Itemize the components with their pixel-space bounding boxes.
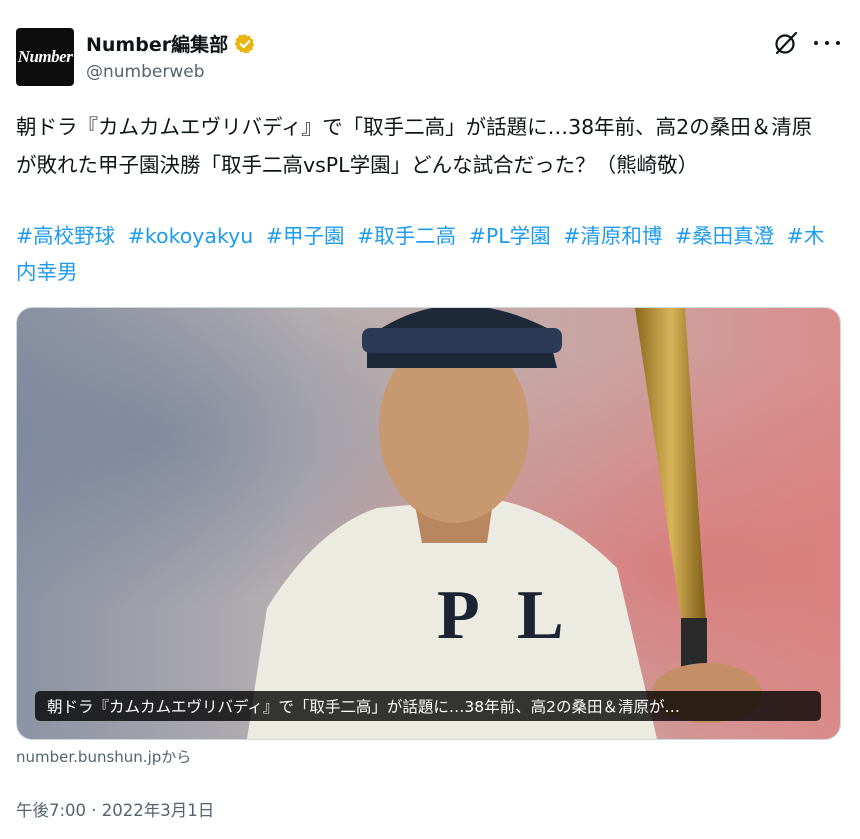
more-dots-icon[interactable] — [814, 32, 840, 54]
author-avatar[interactable]: Number — [16, 28, 74, 86]
hashtag-link[interactable]: #甲子園 — [266, 224, 345, 248]
author-display-name[interactable]: Number編集部 — [86, 30, 228, 57]
author-handle[interactable]: @numberweb — [86, 62, 205, 82]
gold-verified-badge-icon — [234, 33, 255, 54]
card-caption: 朝ドラ『カムカムエヴリバディ』で「取手二高」が話題に…38年前、高2の桑田＆清原… — [35, 691, 821, 721]
grok-icon[interactable] — [773, 30, 799, 56]
author-name-row: Number編集部 — [86, 30, 256, 57]
card-source-link[interactable]: number.bunshun.jpから — [16, 746, 191, 767]
svg-text:L: L — [517, 577, 564, 654]
hashtag-list: #高校野球 #kokoyakyu #甲子園 #取手二高 #PL学園 #清原和博 … — [16, 218, 828, 290]
tweet-text: 朝ドラ『カムカムエヴリバディ』で「取手二高」が話題に…38年前、高2の桑田＆清原… — [16, 115, 813, 177]
hashtag-link[interactable]: #清原和博 — [563, 224, 662, 248]
tweet-timestamp[interactable]: 午後7:00 · 2022年3月1日 — [16, 797, 214, 821]
hashtag-link[interactable]: #PL学園 — [469, 224, 551, 248]
hashtag-link[interactable]: #桑田真澄 — [675, 224, 774, 248]
card-photo: P L — [17, 308, 840, 739]
svg-text:P: P — [437, 577, 480, 654]
link-card[interactable]: P L 朝ドラ『カムカムエヴリバディ』で「取手二高」が話題に…38年前、高2の桑… — [16, 307, 841, 740]
avatar-logo-text: Number — [17, 47, 73, 66]
hashtag-link[interactable]: #取手二高 — [357, 224, 456, 248]
hashtag-link[interactable]: #高校野球 — [16, 224, 115, 248]
hashtag-link[interactable]: #kokoyakyu — [128, 224, 254, 248]
